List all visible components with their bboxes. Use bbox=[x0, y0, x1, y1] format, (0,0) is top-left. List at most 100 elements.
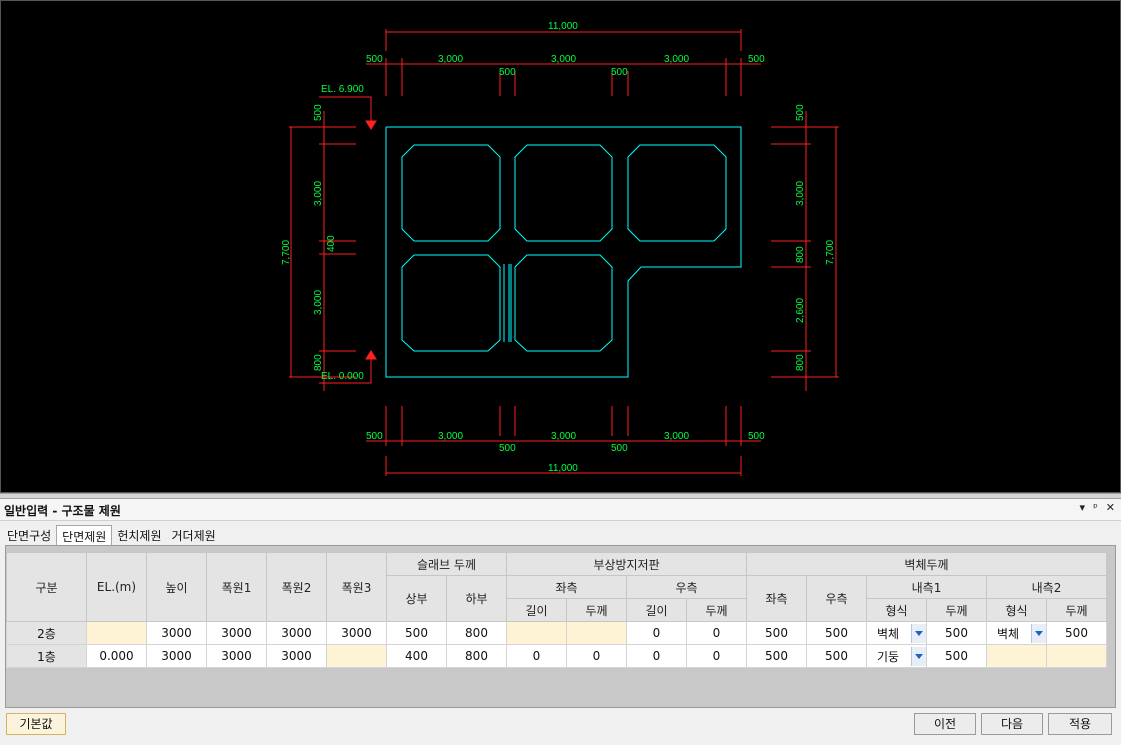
dim-bottom-total: 11,000 bbox=[548, 463, 578, 474]
col-float-right: 우측 bbox=[626, 575, 747, 599]
panel-menu-icon[interactable]: ▾ bbox=[1080, 501, 1086, 514]
dropdown-arrow-icon[interactable] bbox=[1031, 623, 1046, 643]
prev-button[interactable]: 이전 bbox=[914, 713, 976, 735]
cell-inner1-type[interactable]: 기둥 bbox=[866, 644, 927, 668]
dim-top-wall-1: 500 bbox=[499, 67, 516, 78]
dim-right-bottom-slab: 800 bbox=[795, 354, 806, 371]
dim-bottom-e: 500 bbox=[748, 431, 765, 442]
input-panel: 일반입력 - 구조물 제원 ▾ ᵖ ✕ 단면구성 단면제원 헌치제원 거더제원 … bbox=[0, 499, 1121, 745]
cad-drawing-view[interactable]: 11,000 500 3,000 3,000 3,000 500 500 500… bbox=[0, 0, 1121, 493]
next-button[interactable]: 다음 bbox=[981, 713, 1043, 735]
cell-height[interactable]: 3000 bbox=[146, 621, 207, 645]
cell-float-right-thk[interactable]: 0 bbox=[686, 621, 747, 645]
col-slab-bot: 하부 bbox=[446, 575, 507, 622]
dim-right-mid: 800 bbox=[795, 246, 806, 263]
col-slab: 슬래브 두께 bbox=[386, 552, 507, 576]
dim-right-upper: 3,000 bbox=[795, 181, 806, 206]
inner1-type-value: 기둥 bbox=[877, 649, 900, 664]
tab-girder-dimensions[interactable]: 거더제원 bbox=[167, 525, 221, 545]
table-row: 1층 0.000 3000 3000 3000 400 800 0 0 0 0 … bbox=[6, 644, 1107, 668]
cell-slab-top[interactable]: 400 bbox=[386, 644, 447, 668]
col-wall-right: 우측 bbox=[806, 575, 867, 622]
cell-width1[interactable]: 3000 bbox=[206, 621, 267, 645]
dim-left-bottom-slab: 800 bbox=[313, 354, 324, 371]
dim-bottom-wall-2: 500 bbox=[611, 443, 628, 454]
cell-width3[interactable] bbox=[326, 644, 387, 668]
col-inner2: 내측2 bbox=[986, 575, 1107, 599]
dim-bottom-c: 3,000 bbox=[551, 431, 576, 442]
cell-height[interactable]: 3000 bbox=[146, 644, 207, 668]
col-inner1-type: 형식 bbox=[866, 598, 927, 622]
cell-wall-right[interactable]: 500 bbox=[806, 644, 867, 668]
row-label: 1층 bbox=[6, 644, 87, 668]
cell-float-right-thk[interactable]: 0 bbox=[686, 644, 747, 668]
col-float: 부상방지저판 bbox=[506, 552, 747, 576]
cell-float-left-len[interactable] bbox=[506, 621, 567, 645]
dim-top-total: 11,000 bbox=[548, 21, 578, 32]
dropdown-arrow-icon[interactable] bbox=[911, 646, 926, 666]
cell-inner1-type[interactable]: 벽체 bbox=[866, 621, 927, 645]
col-el: EL.(m) bbox=[86, 552, 147, 622]
el-bottom-label: EL. 0.000 bbox=[321, 371, 364, 382]
cell-inner2-thk[interactable]: 500 bbox=[1046, 621, 1107, 645]
tab-strip: 단면구성 단면제원 헌치제원 거더제원 bbox=[2, 525, 221, 545]
tab-section-config[interactable]: 단면구성 bbox=[2, 525, 56, 545]
cell-el[interactable] bbox=[86, 621, 147, 645]
cell-inner2-type[interactable]: 벽체 bbox=[986, 621, 1047, 645]
cell-inner1-thk[interactable]: 500 bbox=[926, 644, 987, 668]
tab-haunch-dimensions[interactable]: 헌치제원 bbox=[112, 525, 166, 545]
dimension-lines bbox=[289, 29, 839, 476]
panel-title: 일반입력 - 구조물 제원 bbox=[4, 504, 121, 518]
cell-wall-left[interactable]: 500 bbox=[746, 621, 807, 645]
pin-icon[interactable]: ᵖ bbox=[1093, 501, 1098, 514]
dim-top-wall-2: 500 bbox=[611, 67, 628, 78]
inner1-type-value: 벽체 bbox=[877, 626, 900, 641]
dropdown-arrow-icon[interactable] bbox=[911, 623, 926, 643]
cell-inner2-thk[interactable] bbox=[1046, 644, 1107, 668]
col-float-left-len: 길이 bbox=[506, 598, 567, 622]
el-top-label: EL. 6.900 bbox=[321, 84, 364, 95]
col-inner2-type: 형식 bbox=[986, 598, 1047, 622]
col-wall: 벽체두께 bbox=[746, 552, 1107, 576]
tab-section-dimensions[interactable]: 단면제원 bbox=[56, 525, 113, 545]
cell-width3[interactable]: 3000 bbox=[326, 621, 387, 645]
cell-width2[interactable]: 3000 bbox=[266, 621, 327, 645]
cell-inner1-thk[interactable]: 500 bbox=[926, 621, 987, 645]
col-float-right-len: 길이 bbox=[626, 598, 687, 622]
dim-bottom-d: 3,000 bbox=[664, 431, 689, 442]
cell-width2[interactable]: 3000 bbox=[266, 644, 327, 668]
cell-float-right-len[interactable]: 0 bbox=[626, 644, 687, 668]
cell-wall-right[interactable]: 500 bbox=[806, 621, 867, 645]
cell-float-left-thk[interactable] bbox=[566, 621, 627, 645]
table-row: 2층 3000 3000 3000 3000 500 800 0 0 500 5… bbox=[6, 621, 1107, 645]
cell-slab-bot[interactable]: 800 bbox=[446, 621, 507, 645]
dim-right-top-slab: 500 bbox=[795, 104, 806, 121]
dim-bottom-b: 3,000 bbox=[438, 431, 463, 442]
dim-top-a: 500 bbox=[366, 54, 383, 65]
panel-title-bar: 일반입력 - 구조물 제원 ▾ ᵖ ✕ bbox=[0, 499, 1121, 521]
col-slab-top: 상부 bbox=[386, 575, 447, 622]
col-wall-left: 좌측 bbox=[746, 575, 807, 622]
dim-left-mid-slab: 400 bbox=[326, 235, 337, 252]
cell-slab-top[interactable]: 500 bbox=[386, 621, 447, 645]
cell-wall-left[interactable]: 500 bbox=[746, 644, 807, 668]
dimension-grid: 구분 EL.(m) 높이 폭원1 폭원2 폭원3 슬래브 두께 부상방지저판 벽… bbox=[5, 545, 1116, 708]
cell-slab-bot[interactable]: 800 bbox=[446, 644, 507, 668]
cell-inner2-type[interactable] bbox=[986, 644, 1047, 668]
cell-el[interactable]: 0.000 bbox=[86, 644, 147, 668]
col-width3: 폭원3 bbox=[326, 552, 387, 622]
cell-float-right-len[interactable]: 0 bbox=[626, 621, 687, 645]
cell-width1[interactable]: 3000 bbox=[206, 644, 267, 668]
dim-left-lower: 3,000 bbox=[313, 290, 324, 315]
cell-float-left-len[interactable]: 0 bbox=[506, 644, 567, 668]
dim-bottom-a: 500 bbox=[366, 431, 383, 442]
dim-top-d: 3,000 bbox=[664, 54, 689, 65]
apply-button[interactable]: 적용 bbox=[1048, 713, 1112, 735]
dimension-table: 구분 EL.(m) 높이 폭원1 폭원2 폭원3 슬래브 두께 부상방지저판 벽… bbox=[6, 552, 1107, 668]
default-values-button[interactable]: 기본값 bbox=[6, 713, 66, 735]
col-inner2-thk: 두께 bbox=[1046, 598, 1107, 622]
dim-top-e: 500 bbox=[748, 54, 765, 65]
cell-float-left-thk[interactable]: 0 bbox=[566, 644, 627, 668]
dim-left-top-slab: 500 bbox=[313, 104, 324, 121]
close-icon[interactable]: ✕ bbox=[1106, 501, 1115, 514]
